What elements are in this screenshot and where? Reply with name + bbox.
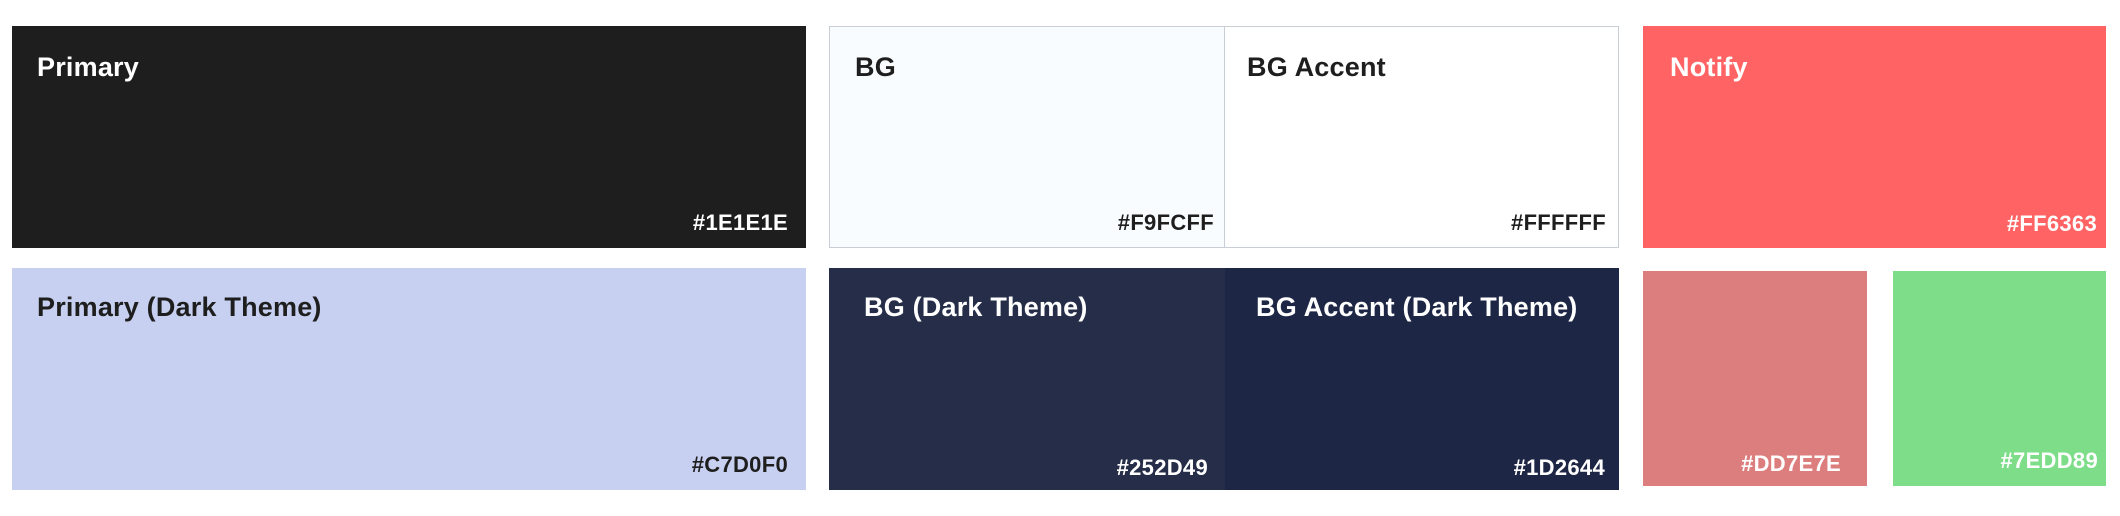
swatch-label: BG (Dark Theme)	[864, 292, 1088, 322]
swatch-bg-dark-theme: BG (Dark Theme) #252D49	[829, 268, 1225, 490]
swatch-label: BG Accent	[1247, 52, 1386, 82]
swatch-label: BG Accent (Dark Theme)	[1256, 292, 1578, 322]
swatch-hex: #F9FCFF	[1117, 210, 1214, 235]
swatch-label: Notify	[1670, 52, 1748, 82]
swatch-bg-accent: BG Accent #FFFFFF	[1225, 26, 1619, 248]
swatch-hex: #C7D0F0	[691, 452, 788, 477]
swatch-label: Primary	[37, 52, 139, 82]
swatch-hex: #FFFFFF	[1511, 210, 1606, 235]
swatch-primary-dark-theme: Primary (Dark Theme) #C7D0F0	[12, 268, 806, 490]
swatch-hex: #252D49	[1116, 455, 1208, 480]
swatch-label: BG	[855, 52, 896, 82]
swatch-hex: #1E1E1E	[692, 210, 788, 235]
swatch-notify: Notify #FF6363	[1643, 26, 2106, 248]
swatch-primary: Primary #1E1E1E	[12, 26, 806, 248]
swatch-bg-accent-dark-theme: BG Accent (Dark Theme) #1D2644	[1225, 268, 1619, 490]
swatch-hex: #7EDD89	[2000, 448, 2098, 473]
swatch-bg: BG #F9FCFF	[829, 26, 1225, 248]
swatch-label: Primary (Dark Theme)	[37, 292, 322, 322]
swatch-hex: #DD7E7E	[1741, 451, 1841, 476]
swatch-hex: #FF6363	[2006, 211, 2097, 236]
swatch-hex: #1D2644	[1513, 455, 1605, 480]
swatch-red-muted: #DD7E7E	[1643, 271, 1867, 486]
swatch-green: #7EDD89	[1893, 271, 2106, 486]
